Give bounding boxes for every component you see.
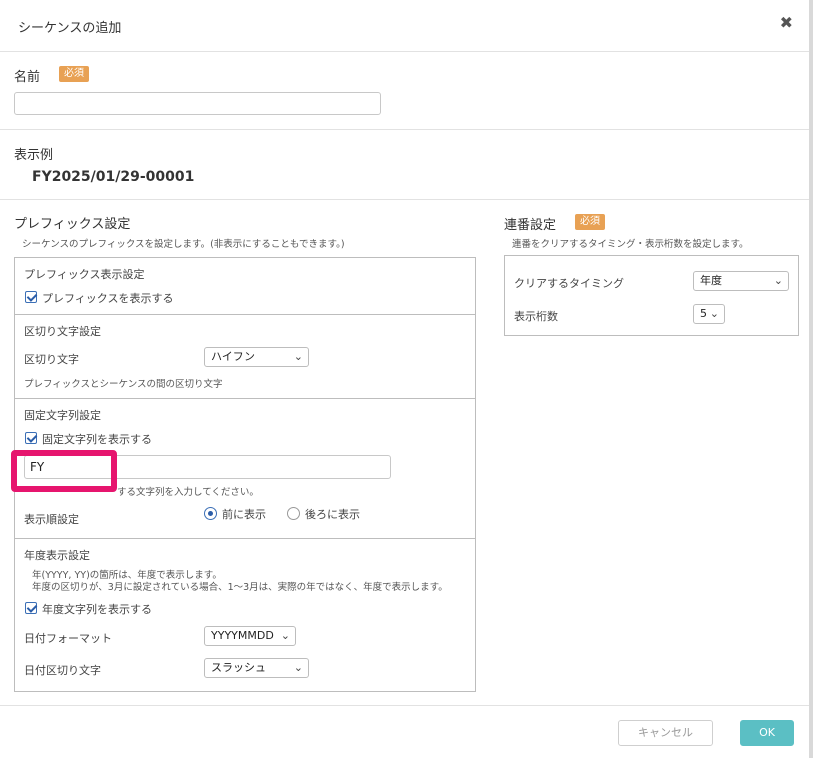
order-before-radio[interactable]	[204, 507, 217, 520]
fixed-string-checkbox-label: 固定文字列を表示する	[42, 433, 152, 446]
clear-timing-label: クリアするタイミング	[514, 277, 624, 290]
fixed-string-checkbox[interactable]	[25, 432, 37, 444]
date-separator-label: 日付区切り文字	[24, 664, 101, 677]
prefix-display-title: プレフィックス表示設定	[24, 268, 145, 281]
divider	[14, 538, 476, 539]
close-icon[interactable]: ✖	[780, 13, 793, 32]
digits-value: 5	[700, 307, 707, 320]
clear-timing-value: 年度	[700, 274, 722, 287]
footer-divider	[0, 705, 809, 706]
example-label: 表示例	[14, 148, 54, 163]
highlight-annotation	[11, 450, 117, 492]
serial-heading: 連番設定	[504, 218, 557, 233]
dialog-title: シーケンスの追加	[18, 21, 122, 36]
prefix-heading: プレフィックス設定	[14, 217, 131, 232]
chevron-down-icon: ⌄	[773, 274, 783, 287]
digits-select[interactable]: 5 ⌄	[693, 304, 725, 324]
name-label: 名前	[14, 70, 41, 85]
name-required-badge: 必須	[59, 66, 89, 82]
order-after-radio[interactable]	[287, 507, 300, 520]
date-format-value: YYYYMMDD	[211, 629, 274, 642]
order-before-label: 前に表示	[222, 508, 266, 521]
example-value: FY2025/01/29-00001	[32, 169, 195, 185]
separator-select[interactable]: ハイフン ⌄	[204, 347, 309, 367]
divider	[0, 129, 809, 130]
name-input[interactable]	[14, 92, 381, 115]
date-separator-select[interactable]: スラッシュ ⌄	[204, 658, 309, 678]
year-string-checkbox[interactable]	[25, 602, 37, 614]
order-after-label: 後ろに表示	[305, 508, 360, 521]
prefix-description: シーケンスのプレフィックスを設定します。(非表示にすることもできます。)	[22, 239, 345, 250]
separator-select-value: ハイフン	[211, 350, 255, 363]
separator-title: 区切り文字設定	[24, 325, 101, 338]
date-format-select[interactable]: YYYYMMDD ⌄	[204, 626, 296, 646]
dialog-header: シーケンスの追加 ✖	[0, 0, 809, 52]
divider	[0, 199, 809, 200]
fixed-string-hint: する文字列を入力してください。	[117, 487, 259, 498]
separator-hint: プレフィックスとシーケンスの間の区切り文字	[24, 379, 223, 390]
year-display-title: 年度表示設定	[24, 549, 90, 562]
fixed-string-title: 固定文字列設定	[24, 409, 101, 422]
serial-required-badge: 必須	[575, 214, 605, 230]
separator-label: 区切り文字	[24, 353, 79, 366]
chevron-down-icon: ⌄	[709, 307, 719, 320]
ok-button[interactable]: OK	[740, 720, 794, 746]
prefix-display-checkbox[interactable]	[25, 291, 37, 303]
date-separator-value: スラッシュ	[211, 661, 266, 674]
year-string-checkbox-label: 年度文字列を表示する	[42, 603, 152, 616]
chevron-down-icon: ⌄	[293, 661, 303, 674]
divider	[14, 314, 476, 315]
divider	[14, 398, 476, 399]
date-format-label: 日付フォーマット	[24, 632, 112, 645]
digits-label: 表示桁数	[514, 310, 558, 323]
add-sequence-dialog: シーケンスの追加 ✖ 名前 必須 表示例 FY2025/01/29-00001 …	[0, 0, 813, 758]
chevron-down-icon: ⌄	[293, 350, 303, 363]
prefix-display-checkbox-label: プレフィックスを表示する	[42, 292, 174, 305]
clear-timing-select[interactable]: 年度 ⌄	[693, 271, 789, 291]
cancel-button[interactable]: キャンセル	[618, 720, 713, 746]
year-note-2: 年度の区切りが、3月に設定されている場合、1〜3月は、実際の年ではなく、年度で表…	[32, 582, 448, 593]
scrollbar[interactable]	[809, 0, 813, 758]
display-order-label: 表示順設定	[24, 513, 79, 526]
serial-description: 連番をクリアするタイミング・表示桁数を設定します。	[512, 239, 749, 250]
chevron-down-icon: ⌄	[280, 629, 290, 642]
